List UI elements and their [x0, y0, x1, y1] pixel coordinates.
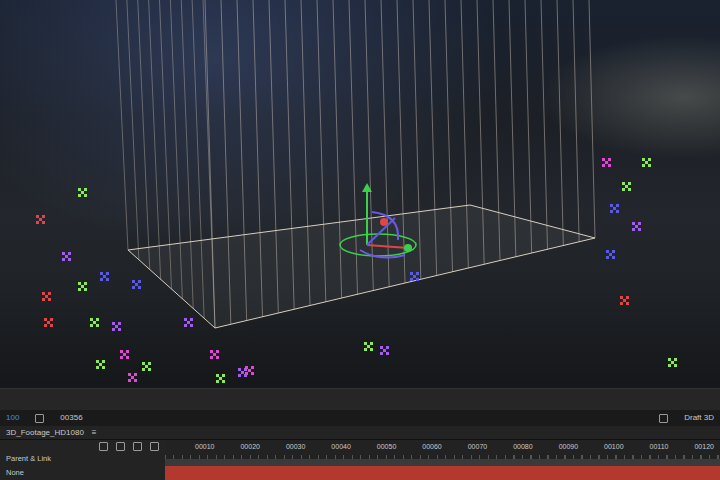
track-point[interactable]: [142, 362, 151, 371]
layer-duration-bar[interactable]: [165, 466, 720, 480]
track-point[interactable]: [380, 346, 389, 355]
track-point[interactable]: [632, 222, 641, 231]
track-point[interactable]: [96, 360, 105, 369]
time-ruler-panel: 00010 00020 00030 00040 00050 00060 00070 00080…: [165, 440, 720, 480]
track-point[interactable]: [90, 318, 99, 327]
track-point[interactable]: [602, 158, 611, 167]
track-point[interactable]: [668, 358, 677, 367]
track-point[interactable]: [78, 188, 87, 197]
transform-gizmo-icon[interactable]: [0, 0, 720, 388]
track-point[interactable]: [42, 292, 51, 301]
time-ruler[interactable]: 00010 00020 00030 00040 00050 00060 00070 00080…: [165, 440, 720, 460]
zoom-level[interactable]: 100: [6, 414, 19, 422]
track-point[interactable]: [210, 350, 219, 359]
track-point[interactable]: [100, 272, 109, 281]
timeline-tab[interactable]: 3D_Footage_HD1080 ≡: [0, 426, 720, 440]
track-point[interactable]: [132, 280, 141, 289]
track-point[interactable]: [184, 318, 193, 327]
track-point[interactable]: [62, 252, 71, 261]
ruler-label: 00020: [240, 442, 259, 459]
current-timecode[interactable]: 00356: [60, 414, 82, 422]
draft-3d-toggle[interactable]: Draft 3D: [684, 414, 714, 422]
shy-icon[interactable]: [99, 442, 108, 451]
snapshot-camera-icon[interactable]: [35, 414, 44, 423]
ruler-label: 00100: [604, 442, 623, 459]
track-point[interactable]: [36, 215, 45, 224]
footage-viewer[interactable]: [0, 0, 720, 388]
parent-dropdown[interactable]: None: [6, 467, 159, 478]
layer-panel: Parent & Link None: [0, 440, 165, 480]
ruler-label: 00070: [468, 442, 487, 459]
viewer-status-bar: 100 00356 Draft 3D: [0, 410, 720, 426]
track-point[interactable]: [216, 374, 225, 383]
ruler-label: 00120: [694, 442, 713, 459]
track-point[interactable]: [78, 282, 87, 291]
track-point[interactable]: [610, 204, 619, 213]
ruler-label: 00060: [422, 442, 441, 459]
motion-blur-icon[interactable]: [133, 442, 142, 451]
track-point[interactable]: [44, 318, 53, 327]
track-point[interactable]: [642, 158, 651, 167]
ruler-label: 00050: [377, 442, 396, 459]
track-point[interactable]: [112, 322, 121, 331]
ruler-label: 00080: [513, 442, 532, 459]
graph-editor-icon[interactable]: [150, 442, 159, 451]
app: 10000356Draft 3D3D_Footage_HD1080≡Parent…: [0, 0, 720, 480]
track-point[interactable]: [364, 342, 373, 351]
tab-label[interactable]: 3D_Footage_HD1080: [6, 427, 84, 439]
tab-menu-icon[interactable]: ≡: [92, 427, 97, 439]
parent-column-header: Parent & Link: [6, 453, 159, 464]
ruler-label: 00040: [331, 442, 350, 459]
track-point[interactable]: [410, 272, 419, 281]
ruler-label: 00090: [559, 442, 578, 459]
track-point[interactable]: [606, 250, 615, 259]
track-point[interactable]: [245, 366, 254, 375]
track-point[interactable]: [120, 350, 129, 359]
ruler-label: 00030: [286, 442, 305, 459]
timeline-switches: [6, 442, 159, 451]
track-point[interactable]: [622, 182, 631, 191]
ruler-label: 00010: [195, 442, 214, 459]
frame-blend-icon[interactable]: [116, 442, 125, 451]
draft-3d-icon[interactable]: [659, 414, 668, 423]
track-point[interactable]: [128, 373, 137, 382]
track-point[interactable]: [620, 296, 629, 305]
timeline-panel: Parent & LinkNone00010000200003000040000…: [0, 440, 720, 480]
viewer-toolbar: [0, 388, 720, 410]
ruler-label: 00110: [650, 442, 669, 459]
target-plane[interactable]: [0, 0, 720, 388]
